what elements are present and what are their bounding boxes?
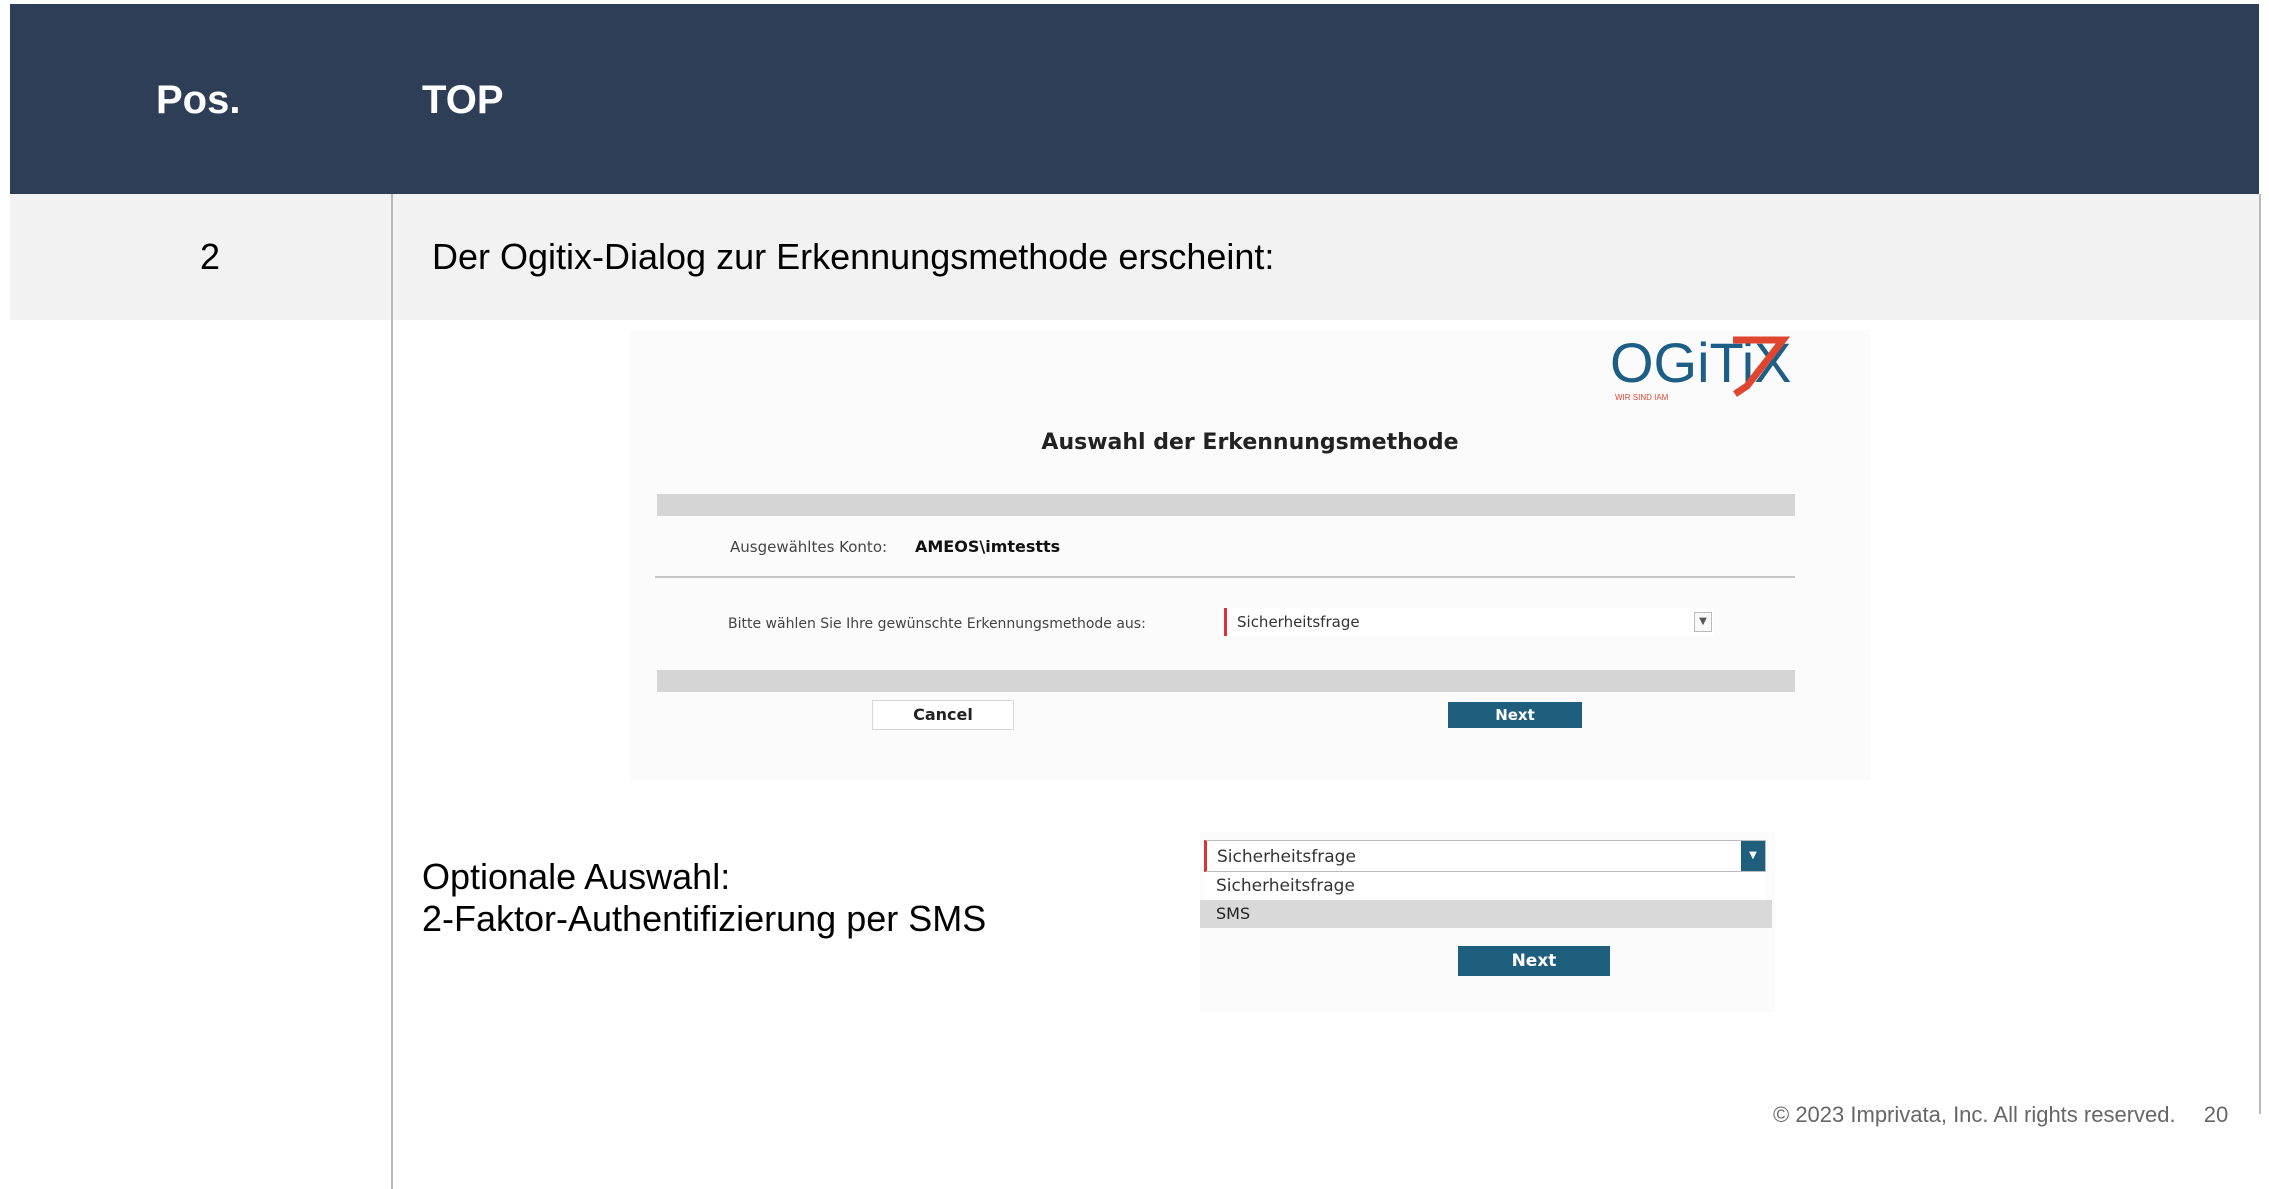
- dropdown-selected-value: Sicherheitsfrage: [1217, 847, 1356, 867]
- optional-description: Optionale Auswahl: 2-Faktor-Authentifizi…: [422, 856, 986, 940]
- table-header: Pos. TOP: [10, 4, 2259, 194]
- next-button[interactable]: Next: [1448, 702, 1582, 728]
- top-column-header: TOP: [422, 78, 504, 122]
- dialog-top-bar: [657, 494, 1795, 516]
- table-right-border: [2259, 194, 2261, 1114]
- footer: © 2023 Imprivata, Inc. All rights reserv…: [1773, 1102, 2228, 1128]
- optional-line-1: Optionale Auswahl:: [422, 856, 731, 897]
- pos-column-header: Pos.: [156, 78, 241, 122]
- ogitix-logo: OGiTiX WIR SIND IAM: [1610, 331, 1791, 402]
- dropdown-option-sms[interactable]: SMS: [1200, 900, 1772, 928]
- dropdown-option-sicherheitsfrage[interactable]: Sicherheitsfrage: [1204, 872, 1766, 900]
- row-number: 2: [200, 236, 221, 277]
- next-button[interactable]: Next: [1458, 946, 1610, 976]
- method-select-value: Sicherheitsfrage: [1237, 613, 1360, 631]
- cancel-button[interactable]: Cancel: [872, 700, 1014, 730]
- method-label: Bitte wählen Sie Ihre gewünschte Erkennu…: [728, 616, 1146, 632]
- copyright-text: © 2023 Imprivata, Inc. All rights reserv…: [1773, 1102, 2176, 1127]
- page-number: 20: [2203, 1102, 2229, 1127]
- table-row: 2 Der Ogitix-Dialog zur Erkennungsmethod…: [10, 194, 2259, 320]
- chevron-down-icon[interactable]: ▼: [1694, 612, 1712, 632]
- chevron-down-icon[interactable]: ▼: [1741, 841, 1765, 871]
- column-divider: [391, 194, 393, 1189]
- logo-tagline: WIR SIND IAM: [1615, 393, 1669, 402]
- method-select[interactable]: Sicherheitsfrage ▼: [1224, 608, 1714, 636]
- dropdown-screenshot: Sicherheitsfrage ▼ Sicherheitsfrage SMS …: [1200, 832, 1775, 1012]
- ogitix-dialog-screenshot: OGiTiX WIR SIND IAM Auswahl der Erkennun…: [630, 330, 1870, 780]
- dialog-bottom-bar: [657, 670, 1795, 692]
- dialog-title: Auswahl der Erkennungsmethode: [1041, 430, 1459, 455]
- row-text: Der Ogitix-Dialog zur Erkennungsmethode …: [432, 236, 1275, 277]
- konto-label: Ausgewähltes Konto:: [730, 538, 888, 556]
- method-dropdown[interactable]: Sicherheitsfrage ▼: [1204, 840, 1766, 872]
- optional-line-2: 2-Faktor-Authentifizierung per SMS: [422, 898, 987, 939]
- konto-value: AMEOS\imtestts: [915, 537, 1061, 556]
- divider: [655, 576, 1795, 578]
